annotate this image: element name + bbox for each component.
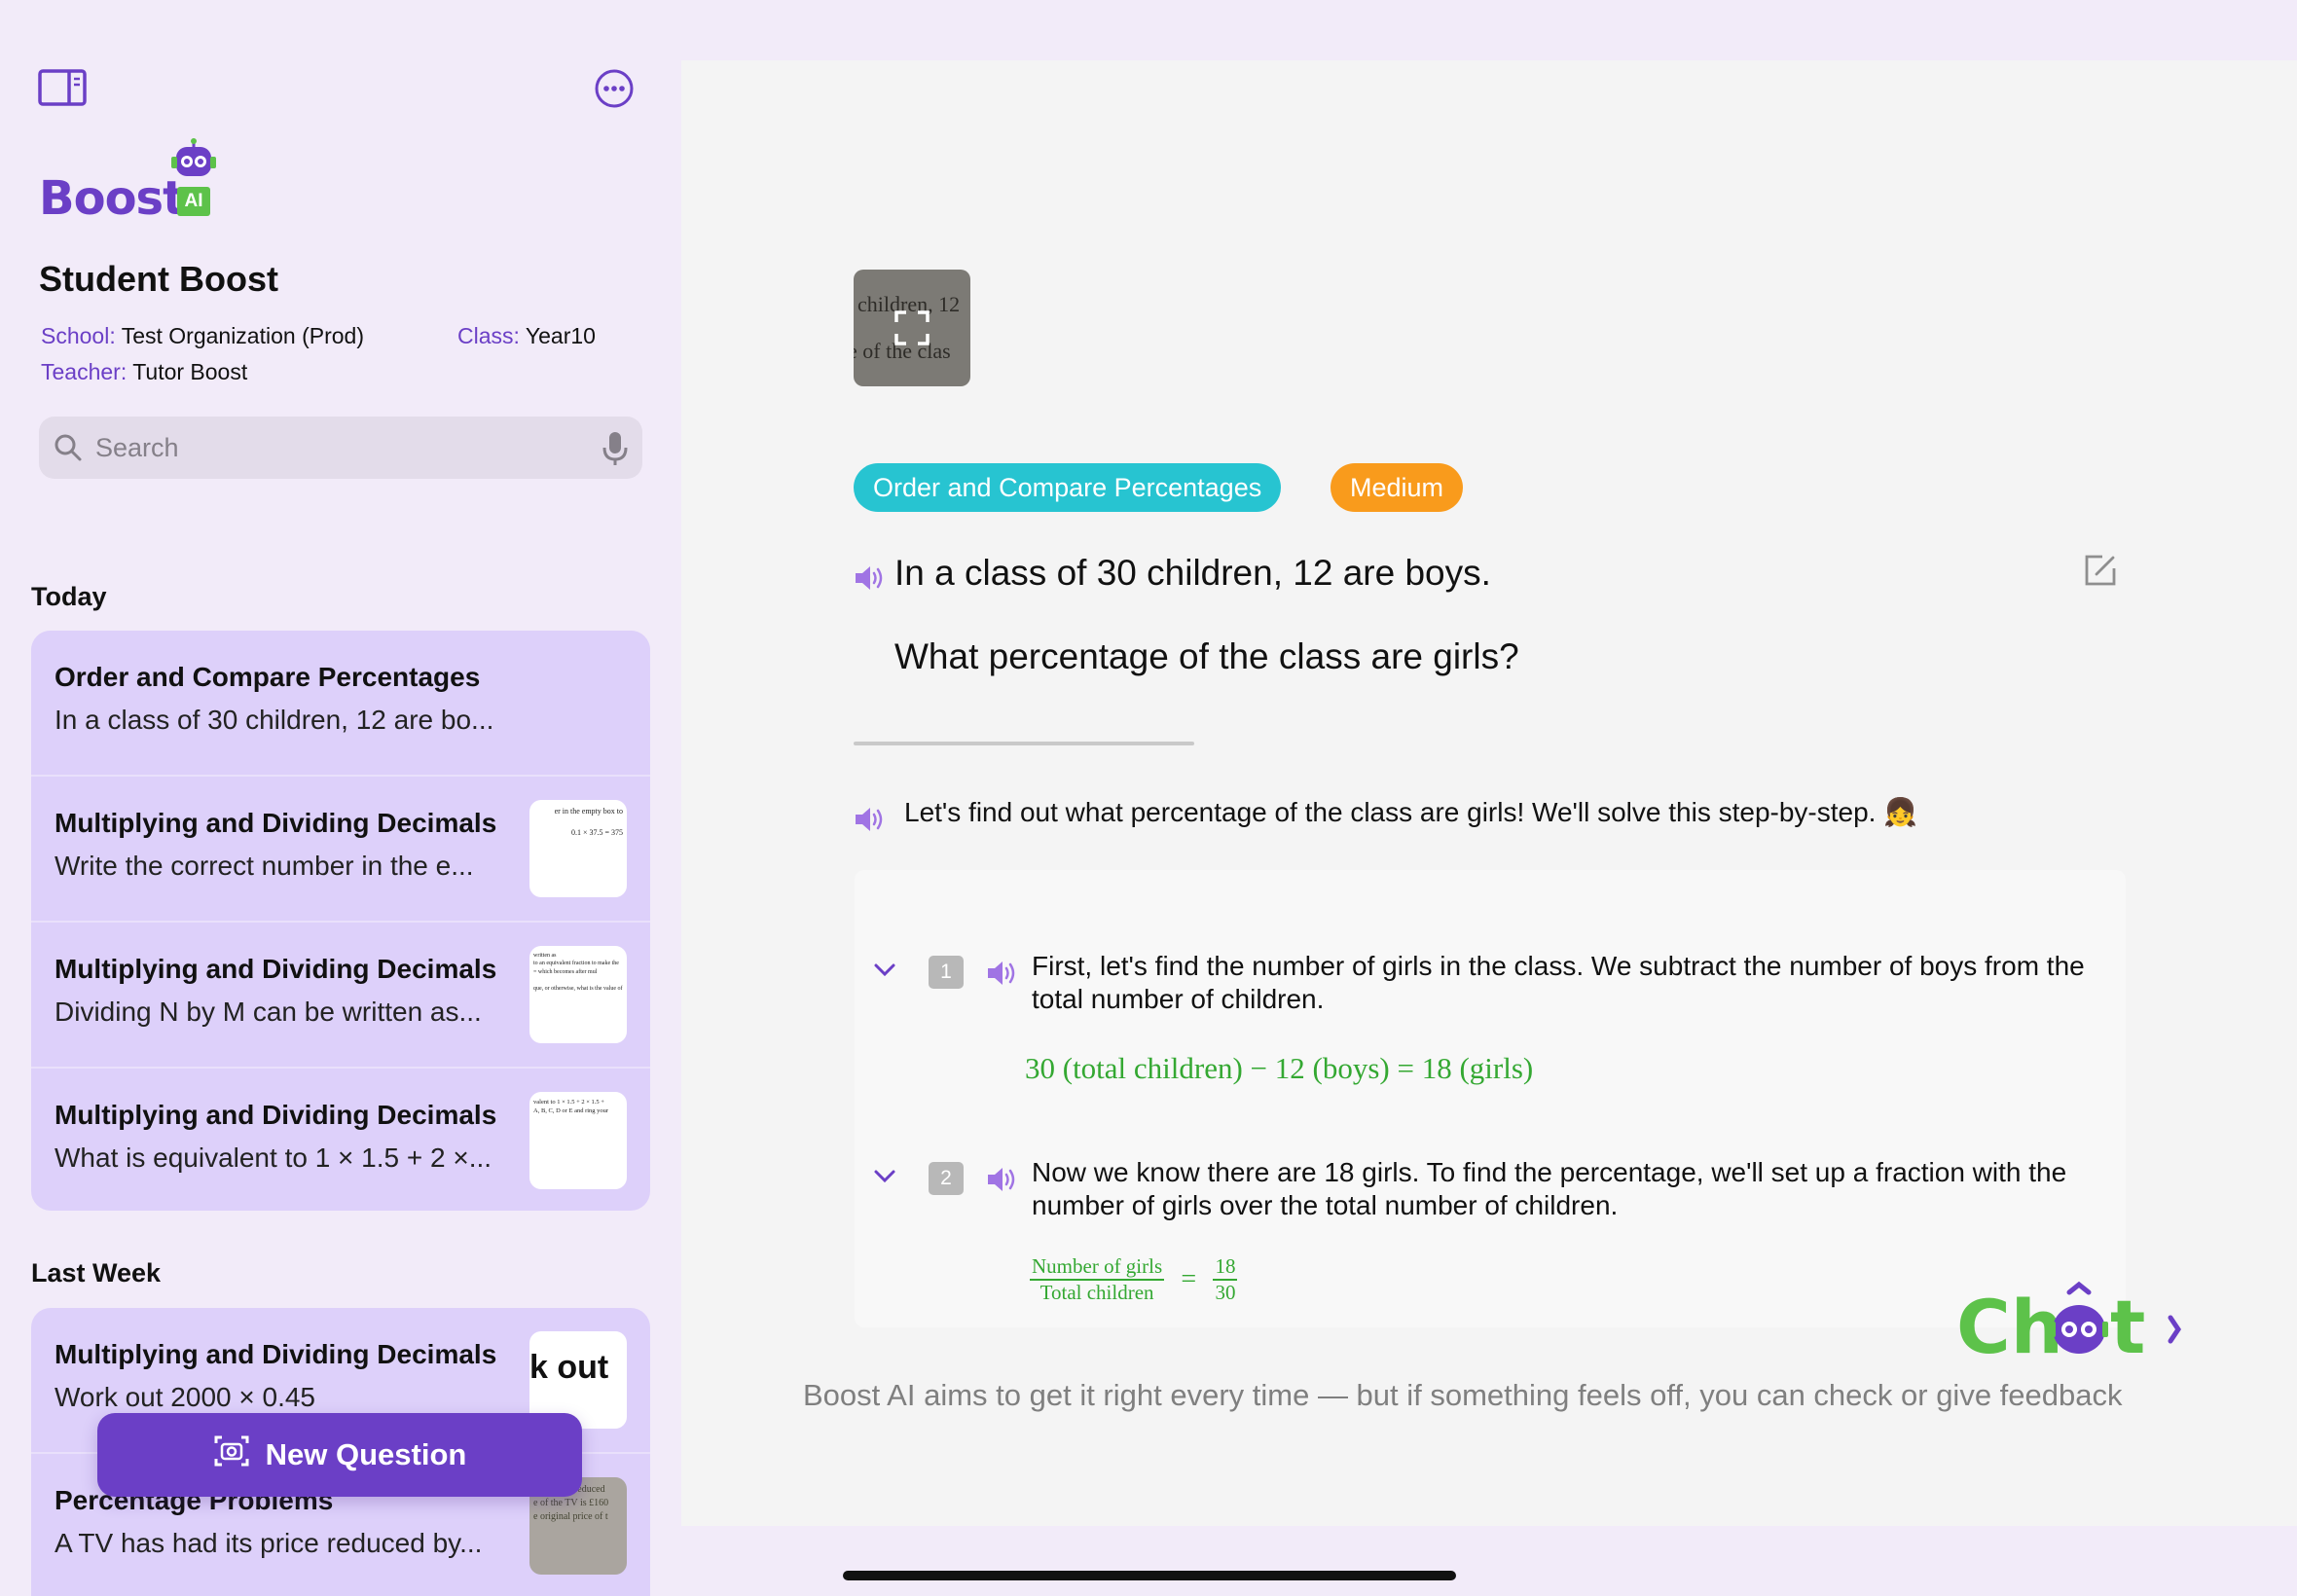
history-item-subtitle: Write the correct number in the e... — [55, 851, 474, 881]
svg-text:t: t — [2110, 1284, 2145, 1366]
class-info: Class: Year10 — [457, 323, 596, 349]
chevron-down-icon[interactable] — [872, 961, 897, 979]
more-options-icon[interactable] — [594, 68, 635, 109]
history-item-title: Order and Compare Percentages — [55, 662, 481, 692]
history-item-thumbnail: er in the empty box to 0.1 × 37.5 = 375 — [529, 800, 627, 897]
class-value: Year10 — [525, 323, 596, 348]
step-text: Now we know there are 18 girls. To find … — [1032, 1157, 2067, 1220]
history-item[interactable]: Order and Compare Percentages In a class… — [31, 631, 650, 777]
today-section-label: Today — [31, 582, 107, 611]
question-text-line: In a class of 30 children, 12 are boys. — [894, 553, 1491, 593]
history-item[interactable]: Multiplying and Dividing Decimals Dividi… — [31, 923, 650, 1069]
new-question-button[interactable]: New Question — [97, 1413, 582, 1497]
sidebar-toggle-icon[interactable] — [37, 68, 88, 107]
disclaimer-text: Boost AI aims to get it right every time… — [803, 1378, 2123, 1412]
logo-ai-badge: AI — [177, 187, 210, 216]
step-number-badge: 1 — [929, 956, 964, 989]
boost-ai-logo: Boost AI — [37, 138, 232, 228]
solution-steps: 1 First, let's find the number of girls … — [855, 870, 2126, 1327]
expand-icon[interactable] — [893, 308, 931, 347]
home-indicator[interactable] — [843, 1571, 1456, 1580]
history-item-title: Multiplying and Dividing Decimals — [55, 1100, 497, 1130]
history-item[interactable]: Multiplying and Dividing Decimals What i… — [31, 1069, 650, 1211]
last-week-section-label: Last Week — [31, 1258, 162, 1288]
step-text: First, let's find the number of girls in… — [1032, 951, 2085, 1014]
speaker-icon[interactable] — [853, 561, 888, 596]
divider — [854, 742, 1194, 745]
speaker-icon[interactable] — [985, 1162, 1020, 1197]
class-label: Class: — [457, 323, 520, 348]
history-item-thumbnail: written as to an equivalent fraction to … — [529, 946, 627, 1043]
history-item-thumbnail: valent to 1 × 1.5 + 2 × 1.5 + A, B, C, D… — [529, 1092, 627, 1189]
history-item[interactable]: Multiplying and Dividing Decimals Write … — [31, 777, 650, 923]
fraction-denominator: 30 — [1215, 1281, 1236, 1304]
search-icon — [53, 432, 84, 463]
history-item-title: Multiplying and Dividing Decimals — [55, 808, 497, 838]
school-value: Test Organization (Prod) — [121, 323, 364, 348]
speaker-icon[interactable] — [985, 956, 1020, 991]
question-text-line: What percentage of the class are girls? — [894, 636, 1519, 676]
speaker-icon[interactable] — [853, 802, 888, 837]
fraction-numerator: 18 — [1213, 1254, 1238, 1281]
chat-button[interactable]: Ch t — [1956, 1279, 2190, 1370]
history-item-title: Multiplying and Dividing Decimals — [55, 954, 497, 984]
history-item-subtitle: Work out 2000 × 0.45 — [55, 1382, 315, 1412]
edit-icon[interactable] — [2083, 553, 2118, 588]
school-label: School: — [41, 323, 116, 348]
microphone-icon[interactable] — [602, 430, 629, 467]
step-fraction: Number of girls Total children = 18 30 — [1030, 1254, 1238, 1304]
topic-tag: Order and Compare Percentages — [854, 463, 1282, 512]
search-input[interactable] — [95, 424, 563, 471]
svg-text:Ch: Ch — [1956, 1284, 2063, 1366]
solution-intro: Let's find out what percentage of the cl… — [904, 797, 1918, 827]
student-name: Student Boost — [39, 259, 278, 299]
chevron-down-icon[interactable] — [872, 1168, 897, 1185]
history-item-subtitle: What is equivalent to 1 × 1.5 + 2 ×... — [55, 1143, 492, 1173]
teacher-label: Teacher: — [41, 359, 128, 384]
history-item-title: Multiplying and Dividing Decimals — [55, 1339, 497, 1369]
logo-wordmark: Boost — [39, 171, 185, 226]
school-info: School: Test Organization (Prod) — [41, 323, 364, 349]
step-number-badge: 2 — [929, 1162, 964, 1195]
question-detail-panel: children, 12 e of the clas Order and Com… — [681, 60, 2297, 1526]
camera-scan-icon — [213, 1433, 250, 1476]
fraction-denominator: Total children — [1039, 1281, 1154, 1304]
today-history-list: Order and Compare Percentages In a class… — [31, 631, 650, 1211]
teacher-value: Tutor Boost — [132, 359, 248, 384]
sidebar: Boost AI Student Boost School: Test Orga… — [0, 0, 681, 1596]
history-item-subtitle: Dividing N by M can be written as... — [55, 997, 482, 1027]
new-question-label: New Question — [265, 1437, 467, 1471]
question-image-thumbnail[interactable]: children, 12 e of the clas — [854, 270, 970, 386]
teacher-info: Teacher: Tutor Boost — [41, 359, 247, 385]
difficulty-tag: Medium — [1331, 463, 1464, 512]
search-bar — [39, 417, 642, 479]
history-item-subtitle: A TV has had its price reduced by... — [55, 1528, 483, 1558]
fraction-numerator: Number of girls — [1030, 1254, 1165, 1281]
step-math: 30 (total children) − 12 (boys) = 18 (gi… — [1025, 1051, 1534, 1085]
history-item-subtitle: In a class of 30 children, 12 are bo... — [55, 705, 494, 735]
